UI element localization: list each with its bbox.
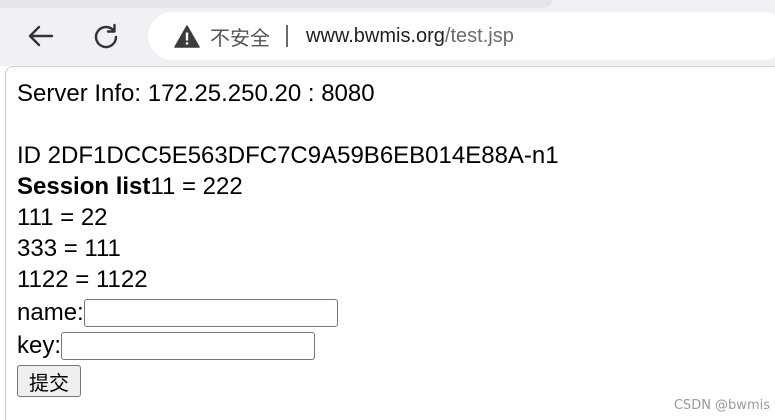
key-label: key:: [17, 332, 62, 359]
session-entry: 1122 = 1122: [17, 266, 148, 293]
name-input[interactable]: [83, 298, 338, 327]
session-entry: 333 = 111: [17, 235, 121, 262]
url-text[interactable]: www.bwmis.org/test.jsp: [306, 25, 514, 48]
page-content: Server Info: 172.25.250.20 : 8080 ID 2DF…: [17, 78, 559, 398]
arrow-left-icon: [28, 25, 54, 47]
back-button[interactable]: [22, 18, 58, 54]
reload-button[interactable]: [88, 18, 124, 54]
name-label: name:: [17, 299, 84, 326]
name-row: name:: [17, 297, 559, 328]
key-input[interactable]: [61, 331, 316, 360]
session-list-row: Session list11 = 222: [17, 171, 559, 202]
session-entry: 111 = 22: [17, 204, 108, 231]
url-host: www.bwmis.org: [306, 24, 445, 47]
tab-strip-edge: [0, 0, 552, 8]
session-list-label: Session list: [17, 173, 151, 200]
session-entry: 11 = 222: [150, 173, 243, 200]
key-row: key:: [17, 330, 559, 361]
security-status-label[interactable]: 不安全: [210, 22, 270, 51]
server-info: Server Info: 172.25.250.20 : 8080: [17, 80, 375, 107]
page-viewport: Server Info: 172.25.250.20 : 8080 ID 2DF…: [5, 66, 775, 420]
reload-icon: [94, 23, 118, 49]
url-path: /test.jsp: [444, 24, 514, 47]
browser-toolbar: 不安全 www.bwmis.org/test.jsp: [0, 0, 775, 66]
watermark: CSDN @bwmis: [673, 398, 770, 413]
address-bar[interactable]: 不安全 www.bwmis.org/test.jsp: [148, 12, 775, 60]
session-id: ID 2DF1DCC5E563DFC7C9A59B6EB014E88A-n1: [17, 142, 559, 169]
submit-button[interactable]: 提交: [17, 365, 81, 397]
address-divider: [286, 25, 288, 47]
warning-triangle-icon[interactable]: [174, 24, 200, 48]
